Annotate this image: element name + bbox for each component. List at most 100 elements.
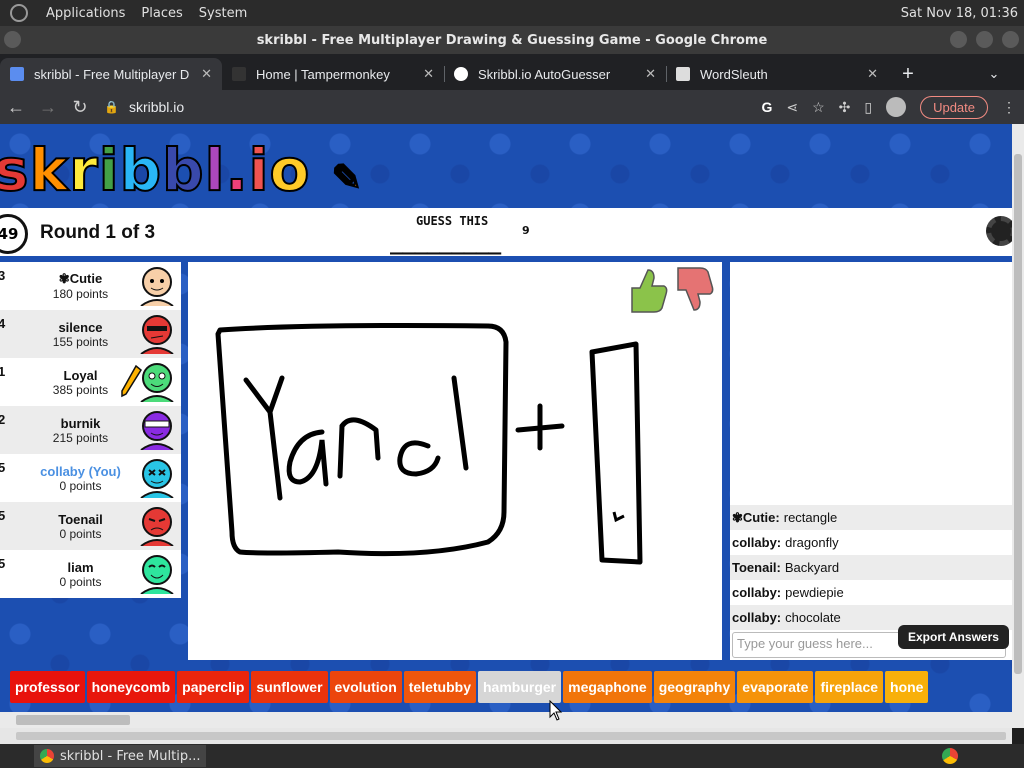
drawing-pencil-icon (121, 364, 142, 398)
thumbs-up-icon[interactable] (626, 266, 670, 314)
chat-user: Toenail: (732, 560, 781, 575)
clock[interactable]: Sat Nov 18, 01:36 (901, 6, 1018, 21)
player-points: 0 points (59, 526, 102, 541)
word-blanks: _________ (390, 230, 501, 255)
url-field[interactable]: 🔒 skribbl.io (104, 99, 184, 115)
chat-text: Backyard (784, 560, 840, 575)
close-icon[interactable]: ✕ (867, 66, 878, 82)
scrollbar-thumb[interactable] (1014, 154, 1022, 674)
lock-icon[interactable]: 🔒 (104, 100, 119, 114)
player-rank: 5 (0, 556, 6, 571)
sidepanel-icon[interactable]: ▯ (864, 99, 872, 116)
tab-label: skribbl - Free Multiplayer D (34, 66, 190, 82)
tab-strip: skribbl - Free Multiplayer D ✕ Home | Ta… (0, 54, 1024, 90)
tab-tampermonkey[interactable]: Home | Tampermonkey ✕ (222, 58, 445, 90)
player-row[interactable]: 3 ✾Cutie 180 points (0, 262, 181, 310)
player-rank: 1 (0, 364, 6, 379)
drawing-canvas[interactable] (188, 262, 722, 660)
settings-gear-icon[interactable] (986, 216, 1012, 246)
player-row-self[interactable]: 5 collaby (You) 0 points (0, 454, 181, 502)
taskbar-chrome-item[interactable]: skribbl - Free Multip... (34, 745, 207, 767)
close-icon[interactable]: ✕ (201, 66, 212, 82)
word-chip[interactable]: evolution (329, 671, 402, 703)
forward-icon[interactable]: → (32, 97, 64, 118)
player-row[interactable]: 5 Toenail 0 points (0, 502, 181, 550)
word-chip[interactable]: evaporate (737, 671, 814, 703)
word-chip[interactable]: geography (653, 671, 736, 703)
chat-messages: ✾Cutie: rectangle collaby: dragonfly Toena… (730, 505, 1012, 630)
word-chip[interactable]: honeycomb (86, 671, 176, 703)
skribbl-page: skribbl.io ✎ 49 Round 1 of 3 GUESS THIS … (0, 124, 1012, 712)
share-icon[interactable]: ⋖ (786, 99, 798, 116)
tab-search-icon[interactable]: ⌄ (964, 58, 1024, 90)
menu-system[interactable]: System (199, 6, 247, 21)
menu-applications[interactable]: Applications (46, 6, 125, 21)
skribbl-logo: skribbl.io ✎ (0, 136, 363, 204)
close-window-icon[interactable] (1002, 31, 1019, 48)
word-chip[interactable]: fireplace (815, 671, 884, 703)
player-name: Loyal (63, 367, 98, 383)
page-vertical-scrollbar[interactable] (1012, 124, 1024, 728)
player-row[interactable]: 2 burnik 215 points (0, 406, 181, 454)
tab-label: Skribbl.io AutoGuesser (478, 66, 611, 82)
chrome-tray-icon[interactable] (942, 748, 958, 764)
player-row[interactable]: 4 silence 155 points (0, 310, 181, 358)
window-menu-icon[interactable] (4, 31, 21, 48)
word-chip[interactable]: megaphone (563, 671, 652, 703)
tab-autoguesser[interactable]: Skribbl.io AutoGuesser ✕ (444, 58, 667, 90)
profile-avatar[interactable] (886, 97, 907, 117)
player-list: 3 ✾Cutie 180 points 4 silence 155 points… (0, 262, 181, 598)
tab-label: WordSleuth (700, 66, 768, 82)
player-rank: 3 (0, 268, 6, 283)
extensions-icon[interactable]: ✣ (839, 99, 851, 116)
github-icon (676, 67, 690, 81)
guess-this-label: GUESS THIS (416, 214, 489, 228)
chat-user: collaby: (732, 535, 782, 550)
close-icon[interactable]: ✕ (423, 66, 434, 82)
chat-message: collaby: dragonfly (730, 530, 1012, 555)
window-title: skribbl - Free Multiplayer Drawing & Gue… (256, 32, 768, 48)
word-chip[interactable]: hone (885, 671, 929, 703)
menu-places[interactable]: Places (141, 6, 182, 21)
word-chip[interactable]: hamburger (478, 671, 562, 703)
close-icon[interactable]: ✕ (645, 66, 656, 82)
scrollbar-thumb[interactable] (16, 715, 130, 725)
browser-menu-icon[interactable]: ⋮ (1002, 99, 1016, 116)
reload-icon[interactable]: ↻ (64, 97, 96, 118)
page-horizontal-scrollbar[interactable] (0, 728, 1012, 744)
back-icon[interactable]: ← (0, 97, 32, 118)
distro-logo-icon[interactable] (10, 4, 28, 22)
word-chip[interactable]: professor (10, 671, 85, 703)
word-chip[interactable]: teletubby (403, 671, 476, 703)
taskbar: skribbl - Free Multip... (0, 744, 1024, 768)
tab-skribbl[interactable]: skribbl - Free Multiplayer D ✕ (0, 58, 222, 90)
update-button[interactable]: Update (920, 95, 988, 119)
chat-text: dragonfly (785, 535, 839, 550)
player-row[interactable]: 5 liam 0 points (0, 550, 181, 598)
taskbar-item-label: skribbl - Free Multip... (60, 748, 201, 764)
chat-message: collaby: pewdiepie (730, 580, 1012, 605)
chat-user: ✾Cutie: (732, 509, 780, 525)
player-points: 155 points (52, 334, 109, 349)
window-titlebar: skribbl - Free Multiplayer Drawing & Gue… (0, 26, 1024, 54)
tab-wordsleuth[interactable]: WordSleuth ✕ (666, 58, 888, 90)
player-row[interactable]: 1 Loyal 385 points (0, 358, 181, 406)
player-rank: 2 (0, 412, 6, 427)
export-answers-button[interactable]: Export Answers (898, 625, 1009, 649)
thumbs-down-icon[interactable] (672, 266, 716, 314)
url-text: skribbl.io (128, 99, 185, 115)
player-points: 180 points (52, 287, 109, 301)
new-tab-button[interactable]: + (888, 58, 928, 90)
player-points: 0 points (59, 478, 102, 493)
player-rank: 4 (0, 316, 6, 331)
bookmark-star-icon[interactable]: ☆ (812, 99, 825, 116)
word-chip[interactable]: sunflower (251, 671, 328, 703)
scrollbar-thumb[interactable] (16, 732, 1006, 740)
word-bar-scrollbar[interactable] (0, 712, 1012, 728)
logo-pencil-icon: ✎ (331, 157, 363, 200)
mouse-cursor-icon (549, 700, 563, 721)
google-icon[interactable]: G (761, 99, 772, 115)
minimize-icon[interactable] (950, 31, 967, 48)
word-chip[interactable]: paperclip (177, 671, 250, 703)
maximize-icon[interactable] (976, 31, 993, 48)
